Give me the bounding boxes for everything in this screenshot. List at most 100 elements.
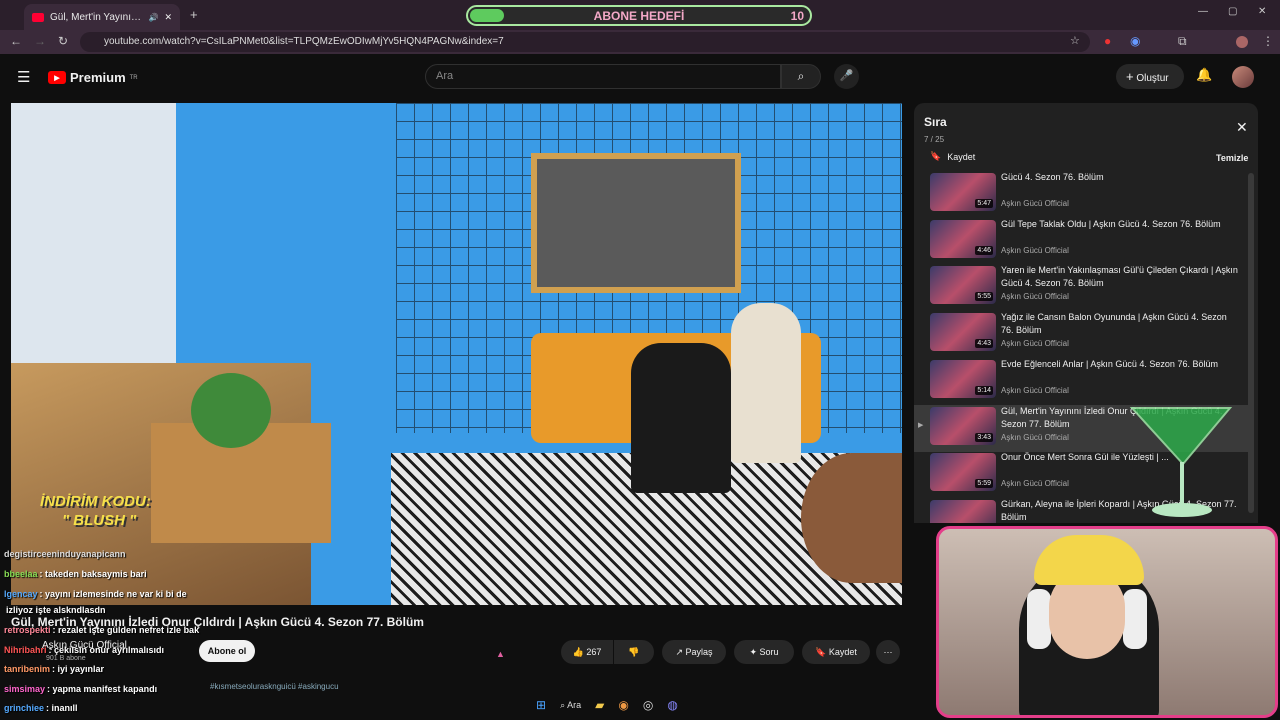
reload-icon[interactable]: ↻: [58, 34, 68, 48]
extension-translate-icon[interactable]: ◉: [1130, 34, 1140, 48]
extension-icon[interactable]: ●: [1104, 34, 1111, 48]
chat-message: bbeelaa: takeden baksaymis bari: [4, 569, 147, 579]
playlist-item[interactable]: 5:55 Yaren ile Mert'in Yakınlaşması Gül'ü…: [914, 264, 1248, 311]
new-tab-icon[interactable]: +: [190, 7, 198, 22]
playlist-item-channel: Aşkın Gücü Official: [1001, 199, 1069, 208]
video-title: Gül, Mert'in Yayınını İzledi Onur Çıldır…: [11, 615, 424, 629]
chrome-icon[interactable]: ◉: [618, 698, 628, 712]
scene-topiary: [191, 373, 271, 448]
search-input[interactable]: Ara: [425, 64, 781, 89]
more-icon: ⋯: [883, 647, 893, 657]
cam-pikachu-hat: [1034, 535, 1144, 585]
youtube-premium-logo[interactable]: ▶ Premium TR: [48, 70, 138, 85]
back-icon[interactable]: ←: [10, 34, 22, 48]
search-button[interactable]: ⌕: [781, 64, 821, 89]
share-icon: ↗: [675, 647, 683, 657]
url-input[interactable]: youtube.com/watch?v=CsILaPNMet0&list=TLP…: [80, 32, 1090, 52]
duration: 4:43: [975, 339, 993, 349]
playlist-clear-button[interactable]: Temizle: [1216, 153, 1248, 163]
cam-headphone-right: [1123, 589, 1147, 649]
video-player[interactable]: [11, 103, 902, 605]
playlist-title: Sıra: [924, 115, 947, 129]
youtube-favicon-icon: [32, 12, 44, 22]
browser-tab[interactable]: Gül, Mert'in Yayınını İzledi O 🔊 ✕: [24, 4, 180, 30]
mic-icon: 🎤: [839, 70, 854, 82]
playlist-item[interactable]: 4:43 Yağız ile Cansın Balon Oyununda | Aş…: [914, 311, 1248, 358]
create-button[interactable]: + Oluştur: [1116, 64, 1184, 89]
voice-search-button[interactable]: 🎤: [834, 64, 859, 89]
duration: 4:46: [975, 245, 993, 255]
playlist-thumbnail: 4:46: [930, 219, 996, 258]
file-explorer-icon[interactable]: ▰: [595, 698, 604, 712]
playlist-thumbnail: 5:14: [930, 359, 996, 398]
like-button[interactable]: 👍 267: [561, 640, 613, 664]
playlist-scrollbar[interactable]: [1248, 173, 1254, 513]
duration: 5:59: [975, 479, 993, 489]
forward-icon[interactable]: →: [34, 34, 46, 48]
subscribe-button[interactable]: Abone ol: [199, 640, 255, 662]
mouse-cursor-icon: ▲: [496, 649, 505, 659]
chat-message: simsimay: yapma manifest kapandı: [4, 684, 157, 694]
taskbar-search[interactable]: ⌕ Ara: [560, 700, 581, 711]
browser-menu-icon[interactable]: ⋮: [1262, 34, 1274, 48]
playlist-item-title: Yaren ile Mert'in Yakınlaşması Gül'ü Çil…: [1001, 265, 1238, 289]
logo-text: Premium: [70, 70, 126, 85]
playlist-item[interactable]: 5:47 Gücü 4. Sezon 76. Bölüm Aşkın Gücü Of…: [914, 171, 1248, 218]
chat-text: : iyi yayınlar: [52, 664, 105, 674]
extensions-puzzle-icon[interactable]: ⧉: [1178, 34, 1187, 49]
scene-person-white: [731, 303, 801, 463]
playlist-item-title: Yağız ile Cansın Balon Oyununda | Aşkın …: [1001, 312, 1227, 336]
duration: 5:47: [975, 199, 993, 208]
playlist-thumbnail: 3:43: [930, 406, 996, 445]
playlist-item-channel: Aşkın Gücü Official: [1001, 292, 1069, 302]
playlist-item-channel: Aşkın Gücü Official: [1001, 385, 1069, 395]
thumbs-up-icon: 👍: [572, 647, 584, 657]
logo-region: TR: [129, 74, 138, 81]
chat-message: grinchiee: inanıll: [4, 703, 78, 713]
windows-taskbar: ⊞ ⌕ Ara ▰ ◉ ◎ ◍: [500, 692, 800, 718]
share-button[interactable]: ↗ Paylaş: [662, 640, 726, 664]
save-button[interactable]: 🔖 Kaydet: [802, 640, 870, 664]
profile-icon[interactable]: [1236, 36, 1248, 48]
maximize-icon[interactable]: ▢: [1228, 6, 1237, 17]
playlist-item-channel: Aşkın Gücü Official: [1001, 479, 1069, 489]
chat-username: degistirceeninduyanapicann: [4, 549, 126, 559]
close-icon[interactable]: ✕: [1236, 119, 1248, 136]
description-hashtags[interactable]: #kısmetseolurasknguicü #askingucu: [210, 682, 339, 691]
chat-username: Nihribahri: [4, 645, 47, 655]
channel-name[interactable]: Aşkın Gücü Official: [42, 640, 127, 651]
audio-icon[interactable]: 🔊: [148, 13, 158, 22]
playlist-item[interactable]: 5:14 Evde Eğlenceli Anlar | Aşkın Gücü 4.…: [914, 358, 1248, 405]
account-avatar[interactable]: [1232, 66, 1254, 88]
playlist-save-button[interactable]: 🔖 Kaydet: [930, 151, 975, 162]
close-window-icon[interactable]: ✕: [1258, 6, 1266, 17]
scene-room: [11, 103, 176, 363]
playlist-item-title: Gül Tepe Taklak Oldu | Aşkın Gücü 4. Sez…: [1001, 218, 1221, 229]
ask-label: Soru: [759, 647, 779, 657]
close-tab-icon[interactable]: ✕: [164, 12, 172, 23]
chat-message: lgencay: yayını izlemesinde ne var ki bi…: [4, 589, 187, 599]
dislike-button[interactable]: 👎: [614, 640, 654, 664]
duration: 5:14: [975, 385, 993, 395]
windows-start-icon[interactable]: ⊞: [536, 698, 546, 712]
bookmark-star-icon[interactable]: ☆: [1070, 34, 1080, 47]
chat-username: grinchiee: [4, 703, 45, 713]
more-actions-button[interactable]: ⋯: [876, 640, 900, 664]
discord-icon[interactable]: ◍: [667, 698, 677, 712]
playlist-item-title: Evde Eğlenceli Anlar | Aşkın Gücü 4. Sez…: [1001, 358, 1218, 369]
youtube-play-icon: ▶: [48, 71, 66, 84]
playlist-item-title: Gücü 4. Sezon 76. Bölüm: [1001, 172, 1104, 182]
search-icon: ⌕: [797, 69, 805, 83]
martini-glass-sticker: [1129, 407, 1233, 517]
hamburger-menu-icon[interactable]: ☰: [17, 68, 30, 86]
subscriber-goal-widget: ABONE HEDEFİ 10: [466, 5, 812, 26]
minimize-icon[interactable]: —: [1198, 6, 1208, 17]
ask-button[interactable]: ✦ Soru: [734, 640, 794, 664]
plus-icon: +: [1126, 69, 1134, 84]
chat-username: bbeelaa: [4, 569, 38, 579]
notifications-bell-icon[interactable]: 🔔: [1196, 67, 1212, 83]
like-count: 267: [586, 647, 602, 657]
playlist-thumbnail: 5:55: [930, 266, 996, 305]
playlist-item[interactable]: 4:46 Gül Tepe Taklak Oldu | Aşkın Gücü 4.…: [914, 218, 1248, 265]
obs-icon[interactable]: ◎: [643, 698, 653, 712]
